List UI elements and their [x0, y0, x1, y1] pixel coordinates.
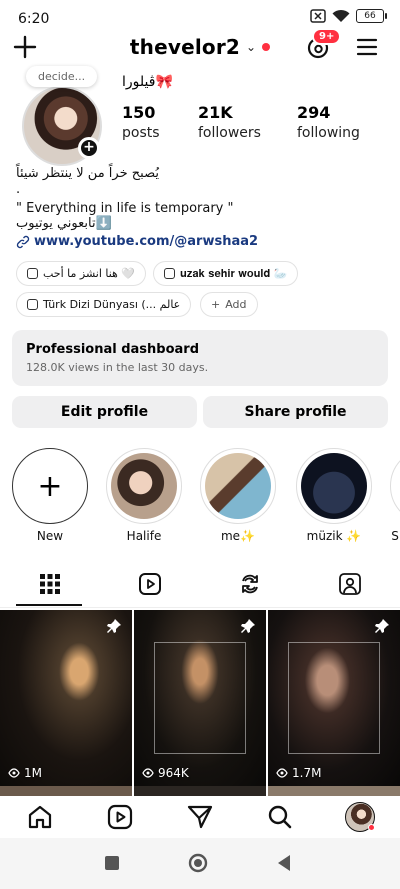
post-tile-partial[interactable]: [0, 786, 132, 796]
home-circle-icon[interactable]: [188, 853, 208, 873]
bio-line: تابعوني يوتيوب⬇️: [16, 216, 112, 231]
reposts-icon[interactable]: [238, 572, 262, 596]
direct-send-icon[interactable]: [187, 804, 213, 830]
bio-link-text: www.youtube.com/@arwshaa2: [34, 234, 259, 249]
note-bubble[interactable]: decide...: [26, 66, 98, 87]
story-s[interactable]: S: [390, 448, 400, 543]
threads-mini-icon: [27, 268, 38, 279]
add-pill-button[interactable]: + Add: [200, 292, 258, 317]
professional-dashboard[interactable]: Professional dashboard 128.0K views in t…: [12, 330, 388, 386]
full-name: ڤيلورا🎀: [122, 74, 173, 90]
post-tile[interactable]: 1.7M: [268, 610, 400, 786]
bio-line: " Everything in life is temporary ": [16, 201, 234, 216]
pill-highlight-1[interactable]: هنا انشز ما أحب 🤍: [16, 261, 147, 286]
chevron-down-icon: ⌄: [246, 40, 257, 54]
status-icons: 66: [310, 9, 387, 23]
view-count: 1M: [8, 766, 42, 780]
plus-icon: +: [211, 298, 221, 311]
wifi-icon: [332, 9, 350, 22]
stat-followers[interactable]: 21K followers: [198, 103, 261, 141]
grid-icon[interactable]: [38, 572, 62, 596]
eye-icon: [142, 768, 154, 778]
pin-icon: [107, 619, 121, 633]
battery-icon: 66: [356, 9, 387, 23]
post-tile[interactable]: 964K: [134, 610, 266, 786]
dashboard-title: Professional dashboard: [26, 342, 200, 357]
bio-link[interactable]: www.youtube.com/@arwshaa2: [16, 234, 258, 249]
edit-profile-button[interactable]: Edit profile: [12, 396, 197, 428]
pill-highlight-2[interactable]: 𝐮𝐳𝐚𝐤 𝐬𝐞𝐡𝐢𝐫 𝐰𝐨𝐮𝐥𝐝 🦢: [153, 261, 299, 286]
pin-icon: [375, 619, 389, 633]
new-activity-dot: [262, 43, 271, 51]
pill-highlight-3[interactable]: Türk Dizi Dünyası (... عالم: [16, 292, 192, 317]
share-profile-button[interactable]: Share profile: [203, 396, 388, 428]
stat-value: 21K: [198, 103, 233, 122]
story-thumbnail: [205, 453, 271, 519]
video-frame: [154, 642, 246, 754]
search-icon[interactable]: [267, 804, 293, 830]
tagged-icon[interactable]: [338, 572, 362, 596]
profile-tabs: [0, 562, 400, 608]
threads-mini-icon: [164, 268, 175, 279]
stat-label: posts: [122, 125, 160, 141]
bio-line: يُصبح خراً من لا ينتظر شيئاً: [16, 166, 159, 181]
hamburger-menu-icon[interactable]: [356, 36, 378, 58]
post-tile-partial[interactable]: [134, 786, 266, 796]
pill-label: هنا انشز ما أحب 🤍: [43, 267, 136, 280]
view-count-text: 1M: [24, 766, 42, 780]
story-halife[interactable]: Halife: [106, 448, 182, 543]
video-frame: [288, 642, 380, 754]
story-muzik[interactable]: müzik ✨: [296, 448, 372, 543]
story-thumbnail: [301, 453, 367, 519]
story-new[interactable]: + New: [12, 448, 88, 543]
story-label: müzik ✨: [306, 529, 362, 543]
mute-icon: [310, 9, 326, 23]
stat-posts[interactable]: 150 posts: [122, 103, 160, 141]
system-navigation-bar: [0, 838, 400, 889]
username: thevelor2: [129, 35, 241, 59]
stat-value: 294: [297, 103, 331, 122]
reels-icon[interactable]: [138, 572, 162, 596]
dashboard-subtitle: 128.0K views in the last 30 days.: [26, 361, 209, 374]
stat-following[interactable]: 294 following: [297, 103, 360, 141]
new-story-plus-icon: +: [12, 448, 88, 524]
story-me[interactable]: me✨: [200, 448, 276, 543]
post-tile-partial[interactable]: [268, 786, 400, 796]
bottom-navigation: [0, 796, 400, 838]
eye-icon: [8, 768, 20, 778]
recents-icon[interactable]: [104, 855, 120, 871]
story-label: me✨: [220, 529, 255, 543]
view-count: 964K: [142, 766, 189, 780]
stat-label: followers: [198, 125, 261, 141]
story-thumbnail: [111, 453, 177, 519]
stat-value: 150: [122, 103, 156, 122]
notification-badge: 9+: [312, 28, 342, 45]
bio-line: .: [16, 182, 21, 197]
reels-nav-icon[interactable]: [107, 804, 133, 830]
post-tile[interactable]: 1M: [0, 610, 132, 786]
view-count-text: 1.7M: [292, 766, 322, 780]
pill-label: Add: [225, 298, 247, 311]
status-time: 6:20: [18, 11, 50, 27]
story-label: S: [391, 529, 399, 543]
pill-label: 𝐮𝐳𝐚𝐤 𝐬𝐞𝐡𝐢𝐫 𝐰𝐨𝐮𝐥𝐝 🦢: [180, 266, 288, 280]
stat-label: following: [297, 125, 360, 141]
profile-notification-dot: [368, 824, 375, 831]
back-icon[interactable]: [276, 854, 292, 872]
eye-icon: [276, 768, 288, 778]
pin-icon: [241, 619, 255, 633]
link-icon: [16, 235, 30, 248]
view-count: 1.7M: [276, 766, 321, 780]
active-tab-indicator: [16, 604, 82, 606]
threads-mini-icon: [27, 299, 38, 310]
pill-label: Türk Dizi Dünyası (... عالم: [43, 298, 181, 311]
home-icon[interactable]: [27, 804, 53, 830]
add-story-plus-icon[interactable]: +: [78, 137, 100, 159]
view-count-text: 964K: [158, 766, 189, 780]
story-label: Halife: [126, 529, 162, 543]
story-label: New: [36, 529, 64, 543]
